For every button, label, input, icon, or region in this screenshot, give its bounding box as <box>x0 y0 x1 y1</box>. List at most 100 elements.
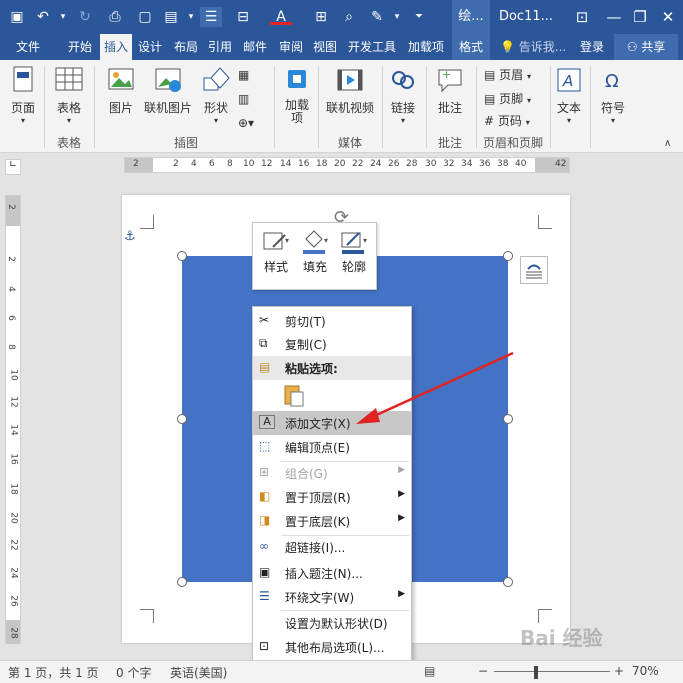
tab-home[interactable]: 开始 <box>62 34 98 60</box>
menu-item-send-to-back[interactable]: ◨ 置于底层(K) ▶ <box>253 509 411 533</box>
comment-icon: + <box>438 68 462 93</box>
layout-icon: ⊡ <box>259 639 270 653</box>
menu-item-edit-points[interactable]: ⬚ 编辑顶点(E) <box>253 435 411 459</box>
redo-icon[interactable]: ↻ <box>74 7 96 27</box>
undo-icon[interactable]: ↶ <box>32 7 54 27</box>
comment-label: 批注 <box>437 101 462 115</box>
ribbon-display-icon[interactable]: ⊡ <box>566 0 598 34</box>
print-preview-icon[interactable]: ⎙ <box>104 7 126 27</box>
svg-text:A: A <box>562 72 573 90</box>
language[interactable]: 英语(美国) <box>170 664 227 681</box>
watermark-logo: Bai 经验 <box>520 626 603 650</box>
chart-icon[interactable]: ▥ <box>238 92 249 106</box>
resize-handle[interactable] <box>503 251 513 261</box>
symbol-button[interactable]: Ω 符号 ▾ <box>596 66 630 125</box>
header-button[interactable]: ▤ 页眉 ▾ <box>484 66 531 83</box>
link-button[interactable]: 链接 ▾ <box>386 66 420 125</box>
resize-handle[interactable] <box>177 577 187 587</box>
zoom-slider-thumb[interactable] <box>534 666 538 679</box>
anchor-icon: ⚓ <box>124 229 136 244</box>
vertical-ruler[interactable]: 2 2 4 6 8 10 12 14 16 18 20 22 24 26 28 <box>5 195 21 644</box>
paste-dropdown-icon[interactable]: ▾ <box>180 7 202 27</box>
tab-developer[interactable]: 开发工具 <box>343 34 401 60</box>
new-doc-icon[interactable]: ▢ <box>134 7 156 27</box>
compare-icon[interactable]: ⊞ <box>310 7 332 27</box>
tab-addins[interactable]: 加载项 <box>403 34 449 60</box>
edit-points-icon: ⬚ <box>259 439 271 453</box>
fill-button[interactable]: ▾ 填充 <box>296 229 334 275</box>
tab-insert[interactable]: 插入 <box>100 34 132 61</box>
text-button[interactable]: A 文本 ▾ <box>552 66 586 125</box>
resize-handle[interactable] <box>177 414 187 424</box>
menu-item-insert-caption[interactable]: ▣ 插入题注(N)... <box>253 561 411 585</box>
zoom-slider[interactable] <box>494 671 610 672</box>
page-count[interactable]: 第 1 页，共 1 页 <box>8 664 99 681</box>
find-icon[interactable]: ⌕ <box>338 7 360 27</box>
screenshot-icon[interactable]: ⊕▾ <box>238 116 254 130</box>
resize-handle[interactable] <box>503 577 513 587</box>
zoom-out-icon[interactable]: − <box>478 664 488 678</box>
zoom-in-icon[interactable]: + <box>614 664 624 678</box>
dropdown-icon: ▾ <box>213 116 218 125</box>
menu-item-set-default-shape[interactable]: 设置为默认形状(D) <box>253 611 411 635</box>
tab-layout[interactable]: 布局 <box>170 34 202 60</box>
font-color-icon[interactable]: A <box>270 7 292 25</box>
menu-item-hyperlink[interactable]: ∞ 超链接(I)... <box>253 535 411 559</box>
dropdown-icon: ▾ <box>610 116 615 125</box>
tab-format[interactable]: 格式 <box>452 34 490 60</box>
undo-dropdown-icon[interactable]: ▾ <box>52 7 74 27</box>
style-button[interactable]: ▾ 样式 <box>257 229 295 275</box>
shapes-button[interactable]: 形状 ▾ <box>198 66 234 125</box>
group-header-footer-label: 页眉和页脚 <box>482 136 543 150</box>
group-media-label: 媒体 <box>337 136 362 150</box>
addins-button[interactable]: 加载 项 <box>280 66 314 125</box>
pen-icon[interactable]: ✎ <box>366 7 388 27</box>
smartart-icon[interactable]: ▦ <box>238 68 249 82</box>
comment-button[interactable]: + 批注 <box>430 66 470 116</box>
submenu-arrow-icon: ▶ <box>398 589 405 599</box>
pages-button[interactable]: 页面 ▾ <box>6 66 40 125</box>
tab-view[interactable]: 视图 <box>309 34 341 60</box>
fill-bucket-icon: ▾ <box>303 230 328 254</box>
style-icon[interactable]: ⊟ <box>232 7 254 27</box>
pen-dropdown-icon[interactable]: ▾ <box>386 7 408 27</box>
tab-design[interactable]: 设计 <box>134 34 166 60</box>
header-label: 页眉 <box>499 68 524 82</box>
tell-me-box[interactable]: 💡 告诉我... <box>500 34 572 60</box>
collapse-ribbon-icon[interactable]: ∧ <box>664 138 671 149</box>
save-icon[interactable]: ▣ <box>6 7 28 27</box>
online-picture-button[interactable]: 联机图片 <box>140 66 196 116</box>
tab-references[interactable]: 引用 <box>204 34 236 60</box>
tab-file[interactable]: 文件 <box>6 34 50 60</box>
online-video-button[interactable]: 联机视频 <box>322 66 378 116</box>
sign-in-link[interactable]: 登录 <box>574 34 610 60</box>
picture-button[interactable]: 图片 <box>102 66 140 116</box>
menu-item-cut[interactable]: ✂ 剪切(T) <box>253 309 411 333</box>
zoom-level[interactable]: 70% <box>632 664 659 678</box>
close-icon[interactable]: ✕ <box>652 0 683 34</box>
word-count[interactable]: 0 个字 <box>116 664 151 681</box>
customize-qat-icon[interactable]: ⏷ <box>408 7 430 27</box>
tab-selector[interactable]: ∟ <box>5 159 21 175</box>
crop-mark <box>538 609 552 623</box>
view-icon[interactable]: ☰ <box>200 7 222 27</box>
menu-item-more-layout[interactable]: ⊡ 其他布局选项(L)... <box>253 635 411 659</box>
outline-button[interactable]: ▾ 轮廓 <box>335 229 373 275</box>
resize-handle[interactable] <box>177 251 187 261</box>
context-tab-group: 绘... <box>452 0 490 34</box>
footer-label: 页脚 <box>499 92 524 106</box>
tab-review[interactable]: 审阅 <box>275 34 307 60</box>
tab-mailings[interactable]: 邮件 <box>239 34 271 60</box>
paste-icon[interactable]: ▤ <box>160 7 182 27</box>
menu-item-bring-to-front[interactable]: ◧ 置于顶层(R) ▶ <box>253 485 411 509</box>
page-number-button[interactable]: # 页码 ▾ <box>484 112 530 129</box>
share-button[interactable]: ⚇ 共享 <box>614 34 678 60</box>
horizontal-ruler[interactable]: 2 2 4 6 8 10 12 14 16 18 20 22 24 26 28 … <box>124 157 570 173</box>
footer-button[interactable]: ▤ 页脚 ▾ <box>484 90 531 107</box>
layout-options-button[interactable] <box>520 256 548 284</box>
menu-item-group[interactable]: ⊞ 组合(G) ▶ <box>253 461 411 485</box>
annotation-arrow <box>356 351 514 424</box>
print-layout-icon[interactable]: ▤ <box>424 664 435 678</box>
table-button[interactable]: 表格 ▾ <box>50 66 88 125</box>
menu-item-wrap-text[interactable]: ☰ 环绕文字(W) ▶ <box>253 585 411 609</box>
